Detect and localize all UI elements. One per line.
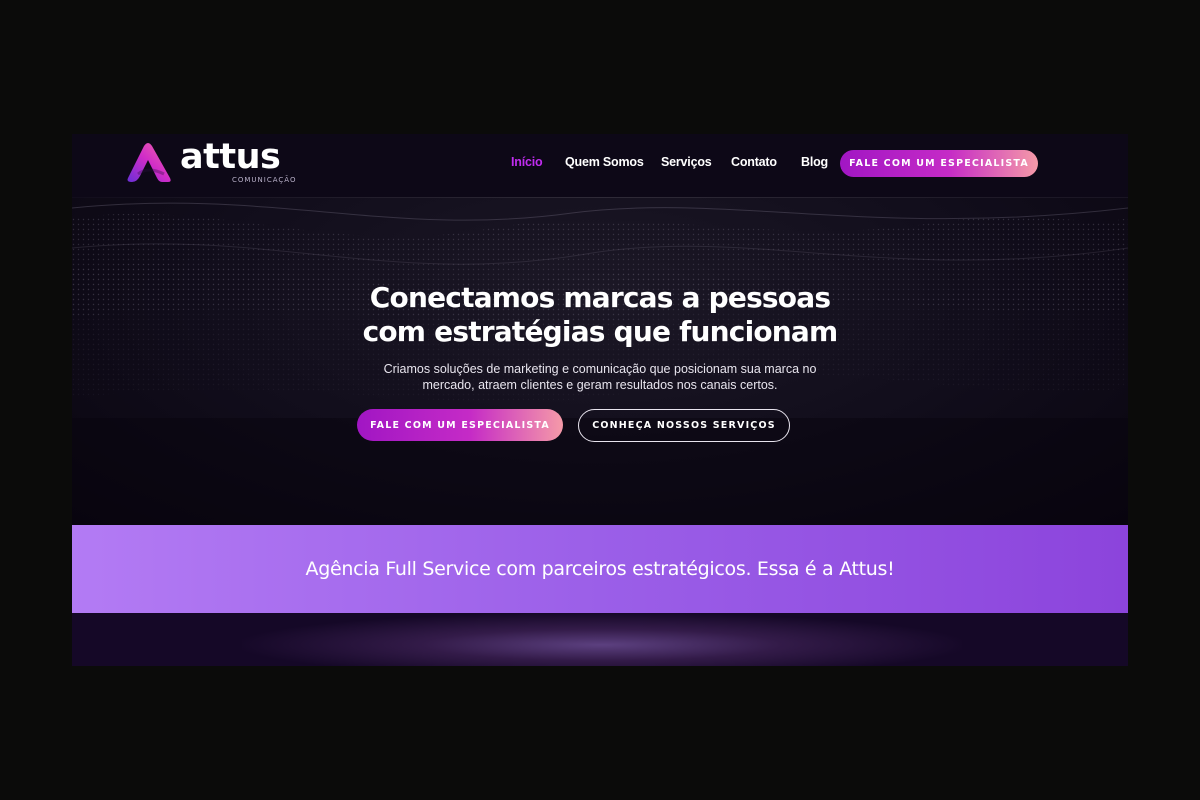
banner-text: Agência Full Service com parceiros estra…: [305, 558, 895, 580]
hero-cta-button[interactable]: FALE COM UM ESPECIALISTA: [357, 409, 563, 441]
header-cta-button[interactable]: FALE COM UM ESPECIALISTA: [840, 150, 1038, 177]
tagline-banner: Agência Full Service com parceiros estra…: [72, 525, 1128, 613]
main-nav: Início Quem Somos Serviços Contato Blog …: [72, 134, 1128, 198]
site-header: attus COMUNICAÇÃO Início Quem Somos Serv…: [72, 134, 1128, 198]
hero-subtitle-line-1: Criamos soluções de marketing e comunica…: [383, 362, 817, 376]
decorative-glow: [242, 613, 962, 666]
hero-title-line-2: com estratégias que funcionam: [362, 315, 839, 348]
hero-subtitle: Criamos soluções de marketing e comunica…: [340, 361, 860, 393]
hero-title-line-1: Conectamos marcas a pessoas: [369, 281, 831, 314]
hero-section: Conectamos marcas a pessoas com estratég…: [72, 198, 1128, 525]
nav-item-inicio[interactable]: Início: [511, 155, 543, 169]
nav-item-quem-somos[interactable]: Quem Somos: [565, 155, 644, 169]
hero-subtitle-line-2: mercado, atraem clientes e geram resulta…: [422, 378, 778, 392]
nav-item-servicos[interactable]: Serviços: [661, 155, 712, 169]
hero-services-button[interactable]: CONHEÇA NOSSOS SERVIÇOS: [578, 409, 790, 442]
nav-item-blog[interactable]: Blog: [801, 155, 828, 169]
next-section-preview: [72, 613, 1128, 666]
website-frame: attus COMUNICAÇÃO Início Quem Somos Serv…: [72, 134, 1128, 666]
hero-title: Conectamos marcas a pessoas com estratég…: [300, 281, 900, 349]
nav-item-contato[interactable]: Contato: [731, 155, 777, 169]
